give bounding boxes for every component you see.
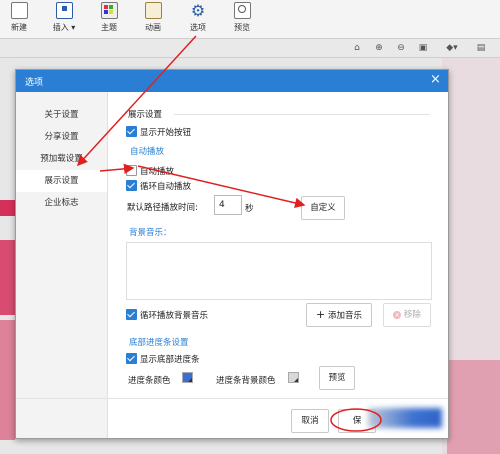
- footer-divider: [16, 398, 448, 399]
- canvas-shape: [447, 360, 500, 454]
- toolbar-animation-button[interactable]: 动画: [136, 2, 170, 33]
- view-toolbar: ⌂ ⊕ ⊖ ▣ ◆▾ ▤: [0, 39, 500, 58]
- remove-music-button[interactable]: × 移除: [383, 303, 431, 327]
- remove-icon: ×: [393, 311, 402, 319]
- sidebar-item-logo[interactable]: 企业标志: [16, 192, 107, 214]
- zoom-in-icon[interactable]: ⊕: [374, 43, 384, 53]
- sidebar-item-display[interactable]: 展示设置: [16, 170, 107, 192]
- animation-icon: [144, 2, 162, 19]
- new-page-icon: [10, 2, 28, 19]
- close-icon[interactable]: ×: [430, 73, 441, 87]
- sidebar-item-about[interactable]: 关于设置: [16, 104, 107, 126]
- progress-header: 底部进度条设置: [129, 338, 189, 348]
- dialog-title: 选项: [25, 78, 44, 88]
- options-dialog: 选项 × 关于设置 分享设置 预加载设置 展示设置 企业标志 展示设置 显示开始…: [15, 69, 449, 439]
- lock-icon[interactable]: ▣: [418, 43, 428, 53]
- music-list[interactable]: [126, 242, 432, 300]
- loop-autoplay-label: 循环自动播放: [140, 182, 192, 192]
- canvas-shape: [0, 240, 15, 315]
- bg-music-header: 背景音乐：: [129, 228, 172, 238]
- toolbar-options-button[interactable]: ⚙ 选项: [181, 2, 215, 33]
- gear-icon: ⚙: [190, 1, 206, 20]
- fill-icon[interactable]: ◆▾: [444, 43, 460, 53]
- custom-button[interactable]: 自定义: [301, 196, 345, 220]
- canvas-shape: [0, 200, 15, 216]
- sidebar-item-preload[interactable]: 预加载设置: [16, 148, 107, 170]
- show-start-button-label: 显示开始按钮: [140, 128, 192, 138]
- progress-bg-color-swatch[interactable]: [288, 372, 299, 383]
- toolbar-insert-button[interactable]: 插入 ▾: [47, 2, 81, 33]
- preview-icon: [233, 2, 251, 19]
- loop-bg-music-checkbox[interactable]: [126, 309, 137, 320]
- interval-unit: 秒: [245, 204, 254, 214]
- toolbar-new-label: 新建: [11, 23, 27, 32]
- plus-icon: +: [316, 308, 326, 321]
- zoom-out-icon[interactable]: ⊖: [396, 43, 406, 53]
- cancel-button[interactable]: 取消: [291, 409, 329, 433]
- home-icon[interactable]: ⌂: [352, 43, 362, 53]
- theme-icon: [100, 2, 118, 19]
- main-toolbar: 新建 插入 ▾ 主题 动画 ⚙ 选项 预览: [0, 0, 500, 39]
- add-music-label: 添加音乐: [327, 311, 362, 321]
- options-sidebar: 关于设置 分享设置 预加载设置 展示设置 企业标志: [16, 92, 108, 438]
- interval-input[interactable]: 4: [214, 195, 242, 215]
- toolbar-insert-label: 插入 ▾: [52, 23, 76, 32]
- canvas-shape: [0, 320, 15, 440]
- sidebar-item-share[interactable]: 分享设置: [16, 126, 107, 148]
- loop-bg-music-label: 循环播放背景音乐: [140, 311, 209, 321]
- toolbar-preview-button[interactable]: 预览: [225, 2, 259, 33]
- autoplay-checkbox[interactable]: [126, 165, 137, 176]
- progress-color-swatch[interactable]: [182, 372, 193, 383]
- autoplay-label: 自动播放: [140, 167, 175, 177]
- show-progress-checkbox[interactable]: [126, 353, 137, 364]
- loop-autoplay-checkbox[interactable]: [126, 180, 137, 191]
- toolbar-preview-label: 预览: [234, 23, 250, 32]
- more-icon[interactable]: ▤: [476, 43, 486, 53]
- toolbar-options-label: 选项: [190, 23, 206, 32]
- add-music-button[interactable]: + 添加音乐: [306, 303, 372, 327]
- insert-icon: [55, 2, 73, 19]
- dialog-header: 选项 ×: [16, 70, 448, 92]
- section-title: 展示设置: [128, 110, 163, 120]
- preview-button[interactable]: 预览: [319, 366, 355, 390]
- show-progress-label: 显示底部进度条: [140, 355, 200, 365]
- show-start-button-checkbox[interactable]: [126, 126, 137, 137]
- toolbar-animation-label: 动画: [145, 23, 161, 32]
- toolbar-theme-button[interactable]: 主题: [92, 2, 126, 33]
- remove-music-label: 移除: [403, 310, 421, 320]
- default-interval-label: 默认路径播放时间:: [127, 203, 198, 213]
- progress-color-label: 进度条颜色: [128, 376, 171, 386]
- progress-bg-color-label: 进度条背景颜色: [216, 376, 276, 386]
- divider: [174, 114, 430, 115]
- autoplay-header: 自动播放: [130, 147, 165, 157]
- toolbar-theme-label: 主题: [101, 23, 117, 32]
- watermark-blur: [368, 408, 442, 428]
- toolbar-new-button[interactable]: 新建: [2, 2, 36, 33]
